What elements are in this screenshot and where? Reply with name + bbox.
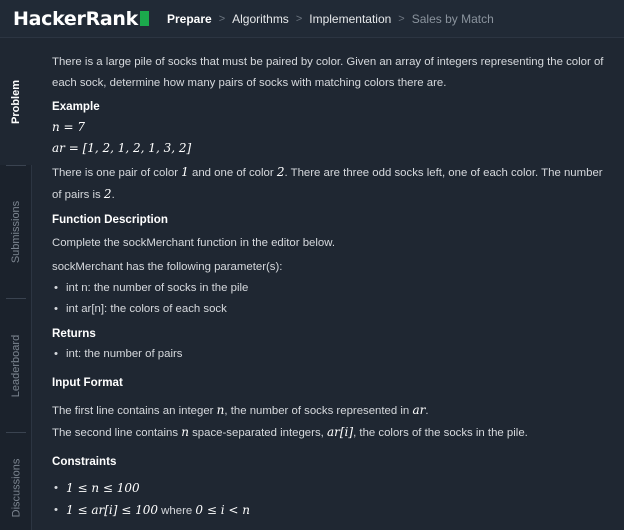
breadcrumb-current-challenge: Sales by Match bbox=[411, 11, 494, 26]
explanation-color-2: 2 bbox=[276, 165, 285, 179]
explanation-color-1: 1 bbox=[181, 165, 189, 179]
breadcrumb-algorithms[interactable]: Algorithms bbox=[232, 12, 289, 26]
variable-ar-i: ar[i] bbox=[326, 425, 354, 439]
constraint-i: 0 ≤ i < n bbox=[195, 503, 250, 517]
problem-intro: There is a large pile of socks that must… bbox=[52, 56, 604, 89]
input-format-line-1: The first line contains an integer n, th… bbox=[52, 400, 612, 422]
parameters-intro: sockMerchant has the following parameter… bbox=[52, 261, 283, 273]
input-format-text: The second line contains bbox=[52, 427, 179, 439]
explanation-answer: 2 bbox=[103, 187, 112, 201]
constraints-heading: Constraints bbox=[52, 455, 117, 468]
constraints-list: 1 ≤ n ≤ 100 1 ≤ ar[i] ≤ 100 where 0 ≤ i … bbox=[52, 478, 612, 522]
tab-submissions[interactable]: Submissions bbox=[0, 166, 32, 298]
tab-discussions-label: Discussions bbox=[10, 458, 22, 518]
list-item: int ar[n]: the colors of each sock bbox=[52, 299, 612, 320]
returns-list: int: the number of pairs bbox=[52, 344, 612, 365]
explanation-text: and one of color bbox=[191, 167, 274, 179]
logo-mark-icon bbox=[139, 11, 149, 26]
tab-submissions-label: Submissions bbox=[10, 200, 23, 264]
logo-text[interactable]: HackerRank bbox=[13, 8, 138, 30]
challenge-tabs-sidebar: Problem Submissions Leaderboard Discussi… bbox=[0, 38, 32, 530]
breadcrumb-implementation[interactable]: Implementation bbox=[309, 12, 391, 26]
constraint-where: where bbox=[161, 505, 193, 517]
example-ar: ar = [1, 2, 1, 2, 1, 3, 2] bbox=[52, 141, 192, 155]
example-explanation: There is one pair of color 1 and one of … bbox=[52, 162, 612, 206]
returns-heading: Returns bbox=[52, 327, 96, 340]
breadcrumb: Prepare > Algorithms > Implementation > … bbox=[167, 12, 494, 26]
tab-problem[interactable]: Problem bbox=[0, 38, 32, 165]
tab-leaderboard-label: Leaderboard bbox=[10, 334, 23, 397]
parameters-list: int n: the number of socks in the pile i… bbox=[52, 278, 612, 320]
chevron-right-icon: > bbox=[398, 12, 405, 25]
example-heading: Example bbox=[52, 100, 100, 113]
function-description-heading: Function Description bbox=[52, 213, 168, 226]
problem-statement: There is a large pile of socks that must… bbox=[52, 38, 612, 522]
list-item: 1 ≤ n ≤ 100 bbox=[52, 478, 612, 500]
list-item: 1 ≤ ar[i] ≤ 100 where 0 ≤ i < n bbox=[52, 500, 612, 522]
chevron-right-icon: > bbox=[295, 12, 303, 25]
list-item: int n: the number of socks in the pile bbox=[52, 278, 612, 299]
input-format-text: , the colors of the socks in the pile. bbox=[353, 427, 528, 439]
constraint-n: 1 ≤ n ≤ 100 bbox=[66, 481, 140, 495]
variable-ar: ar bbox=[412, 403, 426, 417]
input-format-text: . bbox=[425, 405, 429, 417]
list-item: int: the number of pairs bbox=[52, 344, 612, 365]
input-format-line-2: The second line contains n space-separat… bbox=[52, 422, 612, 444]
chevron-right-icon: > bbox=[218, 12, 226, 25]
top-navigation-bar: HackerRank Prepare > Algorithms > Implem… bbox=[0, 0, 624, 38]
explanation-text: . bbox=[111, 189, 115, 201]
input-format-text: , the number of socks represented in bbox=[224, 405, 410, 417]
tab-discussions[interactable]: Discussions bbox=[0, 433, 32, 530]
hackerrank-logo[interactable]: HackerRank bbox=[13, 8, 149, 30]
constraint-ar: 1 ≤ ar[i] ≤ 100 bbox=[66, 503, 158, 517]
explanation-text: There is one pair of color bbox=[52, 167, 178, 179]
function-description-text: Complete the sockMerchant function in th… bbox=[52, 237, 336, 249]
variable-n: n bbox=[181, 425, 189, 439]
input-format-text: space-separated integers, bbox=[192, 427, 324, 439]
tab-problem-label: Problem bbox=[10, 79, 23, 124]
tab-leaderboard[interactable]: Leaderboard bbox=[0, 299, 32, 432]
example-n: n = 7 bbox=[52, 120, 86, 134]
input-format-text: The first line contains an integer bbox=[52, 405, 214, 417]
input-format-heading: Input Format bbox=[52, 376, 123, 389]
breadcrumb-prepare[interactable]: Prepare bbox=[167, 12, 212, 26]
